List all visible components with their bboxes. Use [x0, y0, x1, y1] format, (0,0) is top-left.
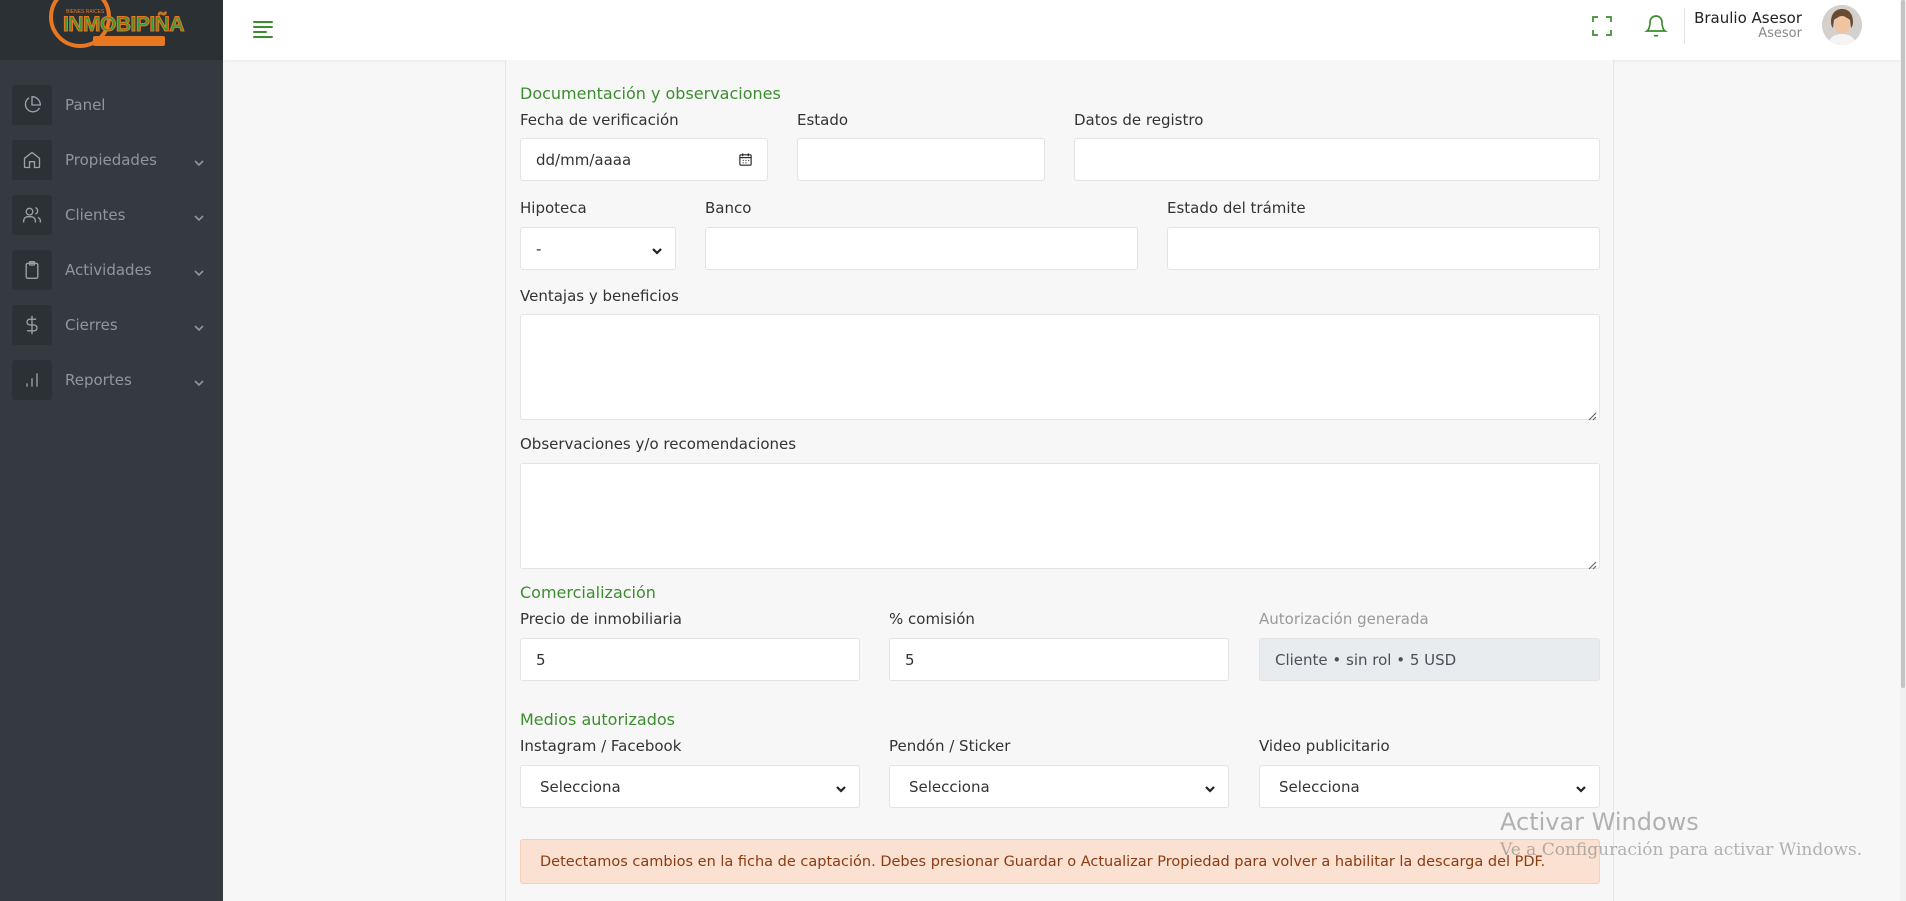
section-title-documentacion: Documentación y observaciones [520, 84, 781, 103]
instagram-facebook-label: Instagram / Facebook [520, 737, 682, 755]
banco-input[interactable] [705, 227, 1138, 270]
chevron-down-icon [193, 264, 205, 276]
resize-handle-icon[interactable] [1587, 407, 1597, 421]
chevron-down-icon [193, 154, 205, 166]
chevron-down-icon [1575, 781, 1587, 793]
fecha-verificacion-label: Fecha de verificación [520, 111, 679, 129]
sidebar-item-label: Panel [65, 95, 106, 114]
observaciones-label: Observaciones y/o recomendaciones [520, 435, 797, 453]
sidebar-item-clientes[interactable]: Clientes [0, 187, 223, 242]
instagram-facebook-selected-value: Selecciona [540, 777, 621, 796]
banco-label: Banco [705, 199, 752, 217]
precio-inmobiliaria-label: Precio de inmobiliaria [520, 610, 682, 628]
chevron-down-icon [651, 243, 663, 255]
resize-handle-icon[interactable] [1587, 556, 1597, 570]
autorizacion-value: Cliente • sin rol • 5 USD [1275, 650, 1457, 669]
precio-inmobiliaria-value: 5 [536, 650, 546, 669]
sidebar-item-label: Actividades [65, 260, 152, 279]
sidebar: BIENES RAICES INMOBIPIÑA Panel Propiedad… [0, 0, 223, 901]
autorizacion-label: Autorización generada [1259, 610, 1429, 628]
sidebar-item-label: Propiedades [65, 150, 157, 169]
topbar-divider [1684, 8, 1685, 44]
page-scrollbar[interactable] [1900, 0, 1906, 901]
estado-tramite-input[interactable] [1167, 227, 1600, 270]
activation-watermark-subtitle: Ve a Configuración para activar Windows. [1500, 840, 1863, 860]
estado-input[interactable] [797, 138, 1045, 181]
fecha-verificacion-placeholder: dd/mm/aaaa [536, 150, 632, 169]
chevron-down-icon [1204, 781, 1216, 793]
chevron-down-icon [835, 781, 847, 793]
chevron-down-icon [193, 209, 205, 221]
ventajas-textarea[interactable] [520, 314, 1600, 421]
logo[interactable]: BIENES RAICES INMOBIPIÑA [0, 0, 223, 60]
sidebar-item-actividades[interactable]: Actividades [0, 242, 223, 297]
menu-icon[interactable] [253, 16, 279, 42]
section-title-medios: Medios autorizados [520, 710, 675, 729]
hipoteca-selected-value: - [536, 239, 542, 258]
chevron-down-icon [193, 374, 205, 386]
autorizacion-readonly-field: Cliente • sin rol • 5 USD [1259, 638, 1600, 681]
chevron-down-icon [193, 319, 205, 331]
section-title-comercializacion: Comercialización [520, 583, 656, 602]
comision-value: 5 [905, 650, 915, 669]
logo-band [93, 36, 165, 46]
observaciones-textarea[interactable] [520, 463, 1600, 570]
pendon-sticker-select[interactable]: Selecciona [889, 765, 1229, 808]
sidebar-nav: Panel Propiedades Clientes Actividades C… [0, 60, 223, 407]
home-icon [12, 139, 52, 180]
users-icon [12, 194, 52, 235]
bar-chart-icon [12, 359, 52, 400]
instagram-facebook-select[interactable]: Selecciona [520, 765, 860, 808]
fecha-verificacion-input[interactable]: dd/mm/aaaa [520, 138, 768, 181]
sidebar-item-label: Cierres [65, 315, 118, 334]
sidebar-item-cierres[interactable]: Cierres [0, 297, 223, 352]
estado-label: Estado [797, 111, 849, 129]
activation-watermark-title: Activar Windows [1500, 808, 1699, 836]
bell-icon[interactable] [1643, 13, 1669, 39]
sidebar-item-propiedades[interactable]: Propiedades [0, 132, 223, 187]
datos-registro-input[interactable] [1074, 138, 1600, 181]
pendon-sticker-label: Pendón / Sticker [889, 737, 1011, 755]
comision-label: % comisión [889, 610, 975, 628]
changes-warning-alert: Detectamos cambios en la ficha de captac… [520, 839, 1600, 884]
pendon-sticker-selected-value: Selecciona [909, 777, 990, 796]
logo-text: INMOBIPIÑA [63, 13, 186, 36]
topbar: Braulio Asesor Asesor [223, 0, 1900, 60]
estado-tramite-label: Estado del trámite [1167, 199, 1306, 217]
datos-registro-label: Datos de registro [1074, 111, 1204, 129]
clipboard-icon [12, 249, 52, 290]
avatar[interactable] [1822, 5, 1862, 45]
user-name[interactable]: Braulio Asesor [1694, 9, 1802, 27]
sidebar-item-panel[interactable]: Panel [0, 77, 223, 132]
sidebar-item-reportes[interactable]: Reportes [0, 352, 223, 407]
sidebar-item-label: Reportes [65, 370, 132, 389]
video-publicitario-select[interactable]: Selecciona [1259, 765, 1600, 808]
video-publicitario-selected-value: Selecciona [1279, 777, 1360, 796]
calendar-icon[interactable] [738, 152, 753, 167]
sidebar-item-label: Clientes [65, 205, 126, 224]
comision-input[interactable]: 5 [889, 638, 1229, 681]
ventajas-label: Ventajas y beneficios [520, 287, 679, 305]
changes-warning-text: Detectamos cambios en la ficha de captac… [540, 853, 1546, 870]
user-role: Asesor [1758, 26, 1802, 41]
hipoteca-select[interactable]: - [520, 227, 676, 270]
hipoteca-label: Hipoteca [520, 199, 587, 217]
pie-chart-icon [12, 84, 52, 125]
fullscreen-icon[interactable] [1589, 13, 1615, 39]
property-form-card: Documentación y observaciones Fecha de v… [505, 60, 1614, 901]
scrollbar-thumb[interactable] [1901, 0, 1905, 688]
precio-inmobiliaria-input[interactable]: 5 [520, 638, 860, 681]
video-publicitario-label: Video publicitario [1259, 737, 1390, 755]
dollar-icon [12, 304, 52, 345]
